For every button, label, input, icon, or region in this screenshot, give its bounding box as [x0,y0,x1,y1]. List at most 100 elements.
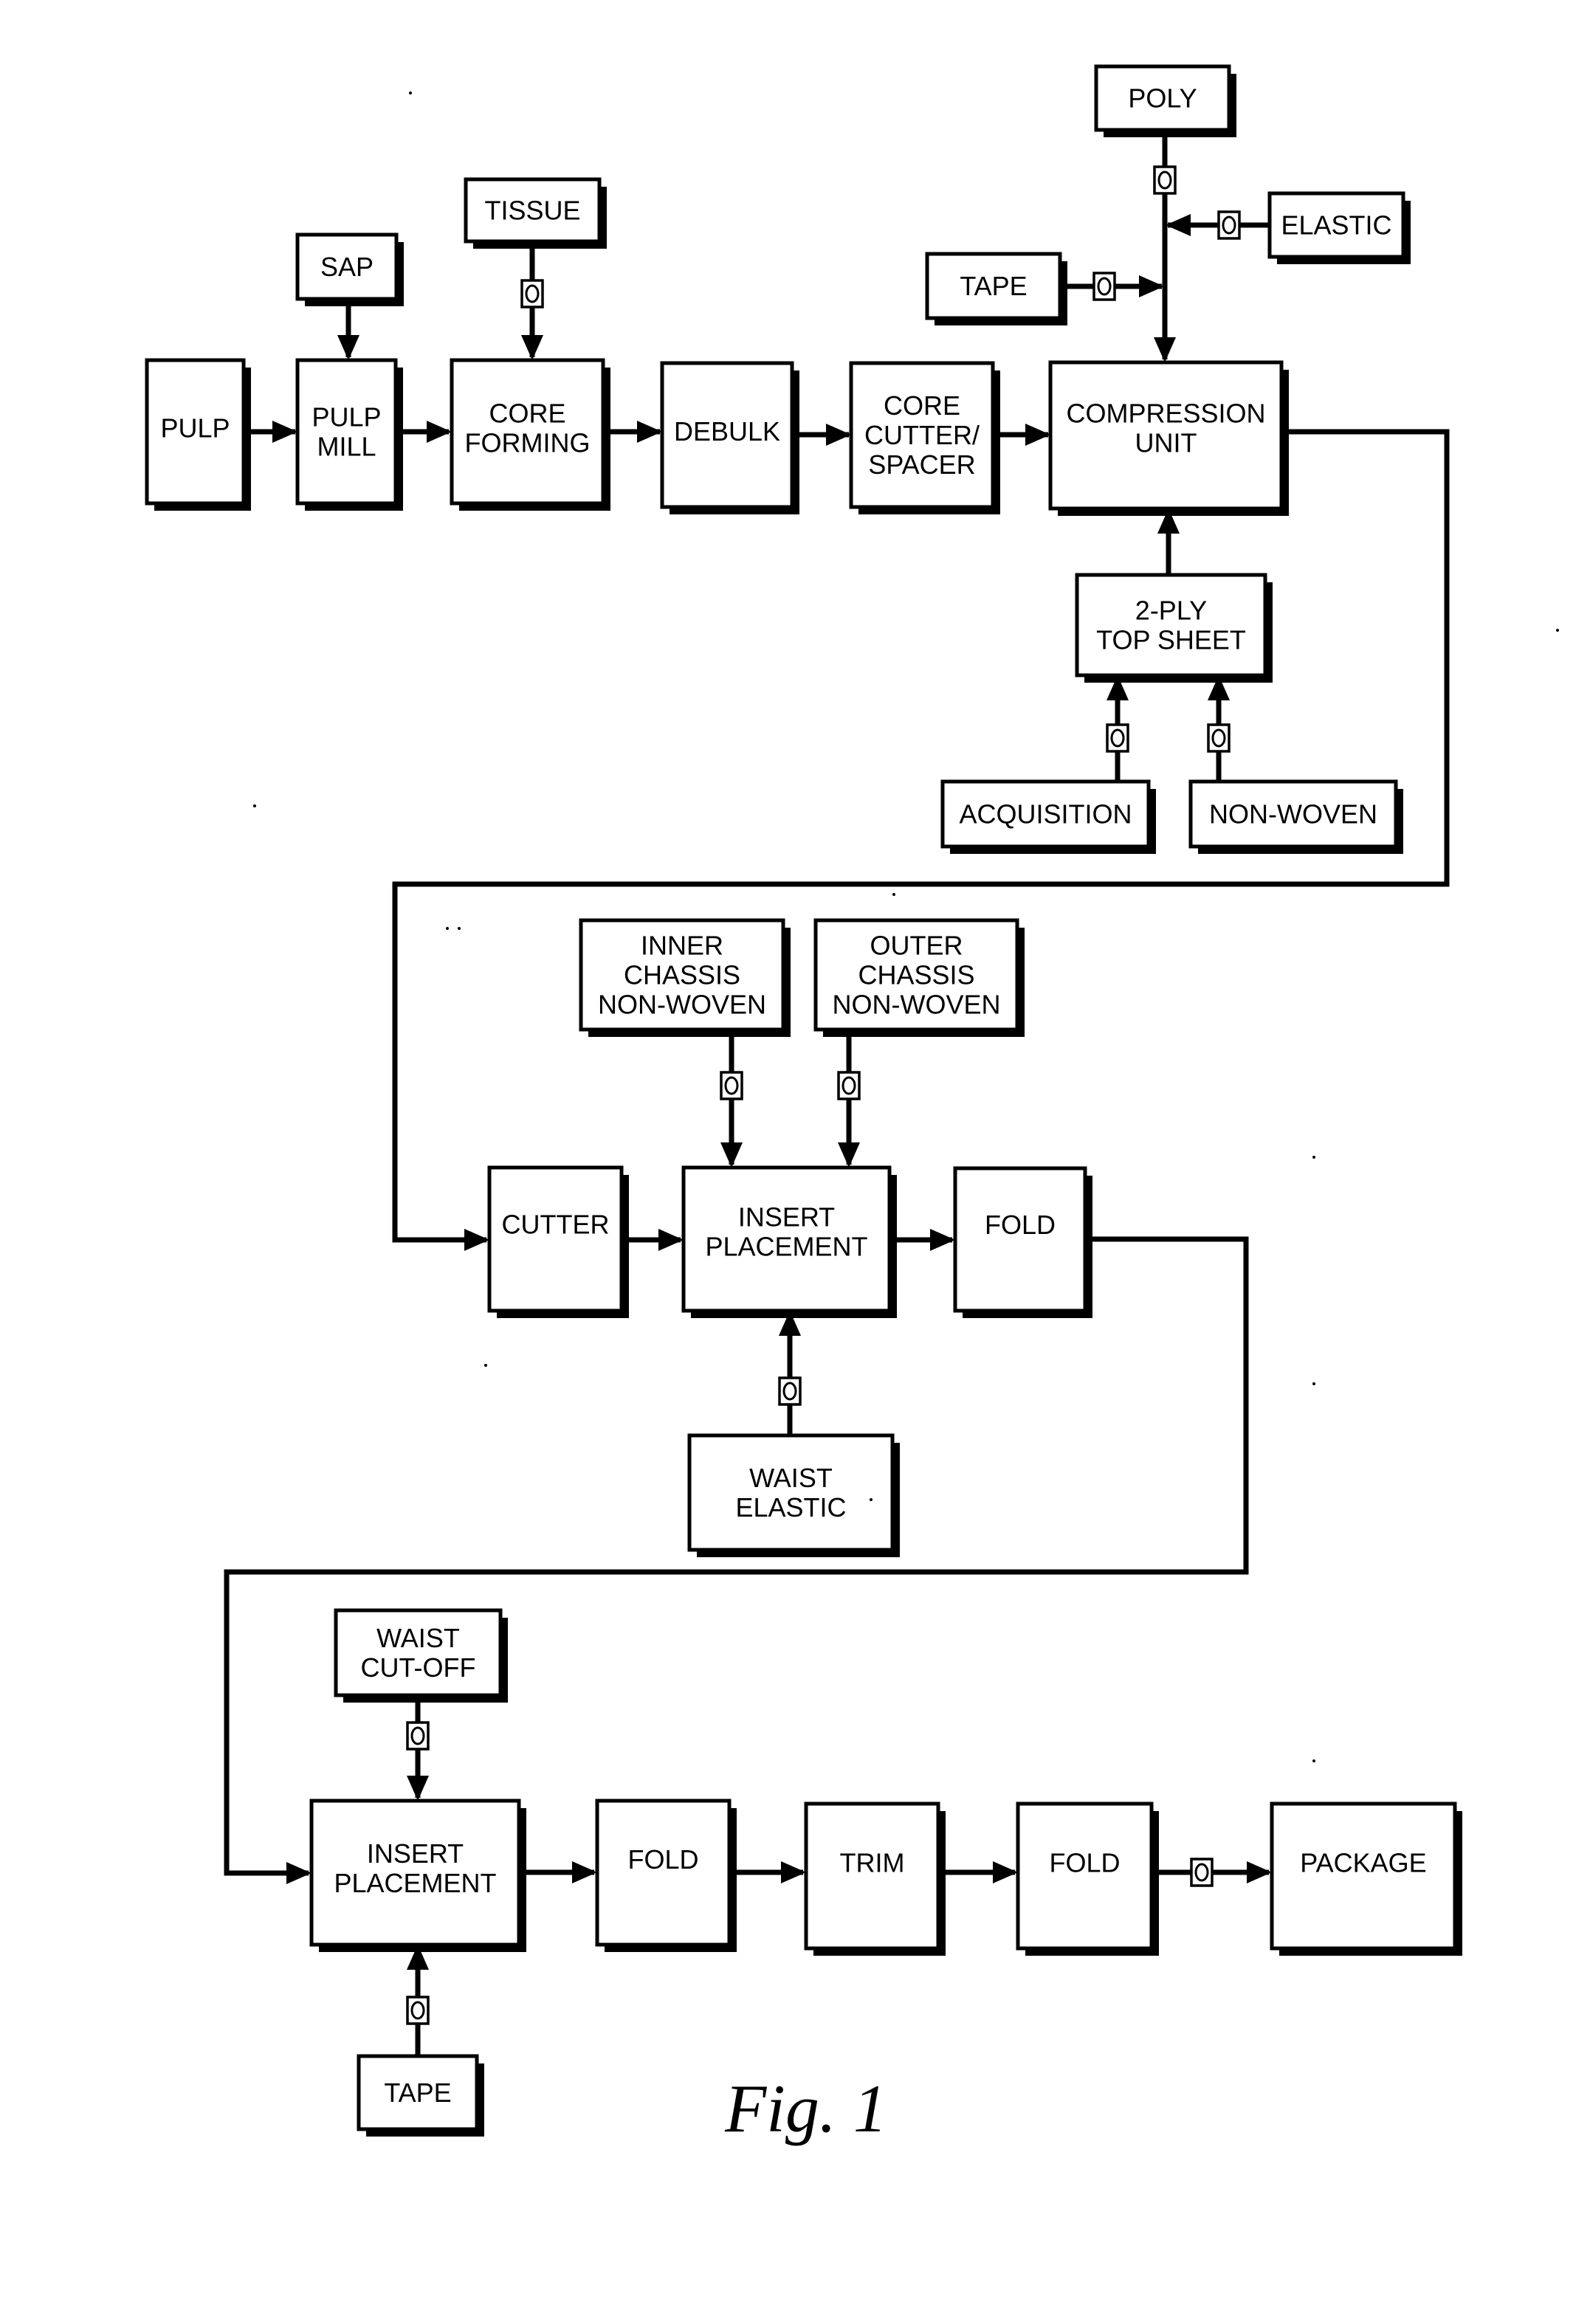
box-sap: SAP [295,232,404,306]
arrowhead-icon [521,335,543,360]
box-label: DEBULK [674,416,780,446]
gate-icon: O [520,279,544,308]
gate-icon: O [406,1721,430,1751]
gate-icon: O [1190,1858,1214,1887]
arrowhead-icon [658,1229,684,1251]
arrowhead-icon [637,421,662,443]
gate-icon: O [720,1071,743,1100]
box-label: FOLD [1049,1848,1120,1878]
arrowhead-icon [1139,275,1164,297]
box-label: TOP SHEET [1096,625,1246,655]
box-label: INSERT [367,1838,464,1869]
box-label: CUT-OFF [361,1652,476,1683]
scan-speck [446,927,449,930]
box-label: CUTTER [502,1210,610,1240]
gate-icon: O [778,1376,802,1406]
box-fold-3: FOLD [1016,1801,1159,1956]
box-label: ACQUISITION [959,799,1132,830]
gate-icon: O [1207,723,1231,753]
box-label: FOLD [627,1844,698,1875]
arrowhead-icon [781,1861,806,1883]
box-insert-placement-2: INSERTPLACEMENT [309,1799,526,1952]
box-label: POLY [1128,83,1197,114]
process-boxes: PULPSAPPULPMILLTISSUECOREFORMING DEBULKCO… [145,64,1462,2137]
arrowhead-icon [407,1776,429,1801]
scan-speck [1312,1759,1315,1762]
arrowhead-icon [337,335,359,360]
box-label: CUTTER/ [864,420,980,450]
box-acquisition: ACQUISITION [940,779,1156,854]
box-core-cutter-spacer: CORECUTTER/SPACER [849,361,1000,514]
box-label: WAIST [749,1463,833,1493]
gate-icon: O [1092,272,1116,301]
box-two-ply-top-sheet: 2-PLYTOP SHEET [1075,573,1273,683]
box-label: NON-WOVEN [833,990,1001,1020]
box-label: 2-PLY [1135,596,1207,626]
box-label: TAPE [384,2078,451,2108]
scan-speck [484,1364,487,1367]
box-pulp: PULP [145,358,251,511]
box-label: COMPRESSION [1066,399,1265,429]
figure-caption: Fig. 1 [724,2071,887,2146]
box-label: NON-WOVEN [598,990,766,1020]
box-label: CHASSIS [624,960,740,990]
box-non-woven: NON-WOVEN [1188,779,1403,854]
box-label: PACKAGE [1300,1848,1426,1878]
gate-icon: O [1106,723,1129,753]
box-label: UNIT [1135,428,1197,458]
box-label: PULP [160,413,230,444]
box-waist-elastic: WAISTELASTIC [687,1433,900,1557]
arrowhead-icon [286,1862,312,1884]
arrowhead-icon [720,1142,743,1168]
arrowhead-icon [838,1142,860,1168]
gate-icon: O [837,1071,861,1100]
box-label: NON-WOVEN [1209,799,1377,830]
gate-icon: O [406,1996,430,2025]
arrowhead-icon [1247,1861,1272,1883]
box-label: OUTER [870,931,963,961]
scan-speck [1556,629,1559,632]
box-tape-top: TAPE [925,252,1067,325]
box-trim: TRIM [804,1801,946,1956]
box-label: TAPE [960,271,1027,301]
box-debulk: DEBULK [660,361,799,514]
box-compression-unit: COMPRESSIONUNIT [1048,360,1289,516]
box-fold-1: FOLD [953,1166,1092,1318]
scan-speck [1312,1382,1315,1385]
box-label: FORMING [465,428,591,458]
box-cutter: CUTTER [487,1165,629,1318]
scan-speck [458,927,461,930]
box-label: FOLD [985,1210,1056,1240]
box-label: INNER [641,931,723,961]
box-label: PULP [312,402,381,432]
process-flow-diagram: PULPSAPPULPMILLTISSUECOREFORMING DEBULKCO… [145,64,1559,2146]
arrowhead-icon [1025,424,1050,446]
box-insert-placement-1: INSERTPLACEMENT [681,1165,897,1318]
box-label: SPACER [868,449,975,480]
box-outer-chassis: OUTERCHASSISNON-WOVEN [813,918,1025,1037]
arrowhead-icon [826,424,851,446]
box-inner-chassis: INNERCHASSISNON-WOVEN [579,918,791,1037]
box-tissue: TISSUE [464,177,607,249]
scan-speck [892,893,895,896]
arrowhead-icon [464,1229,489,1251]
box-label: TISSUE [484,196,580,226]
box-label: CHASSIS [858,960,974,990]
scan-speck [409,92,412,94]
box-label: SAP [320,252,374,282]
scan-speck [870,1498,873,1501]
arrowhead-icon [272,421,297,443]
box-label: CORE [489,399,565,429]
box-label: TRIM [840,1848,905,1878]
box-label: PLACEMENT [334,1868,496,1898]
box-fold-2: FOLD [595,1799,737,1952]
box-label: WAIST [376,1623,460,1653]
box-core-forming: COREFORMING [450,358,610,511]
box-poly: POLY [1094,64,1236,137]
box-label: MILL [317,432,376,462]
box-label: CORE [884,390,960,421]
scan-speck [892,1209,895,1212]
gate-icon: O [1217,210,1241,240]
box-waist-cutoff: WAISTCUT-OFF [334,1608,508,1703]
box-label: PLACEMENT [705,1232,867,1262]
